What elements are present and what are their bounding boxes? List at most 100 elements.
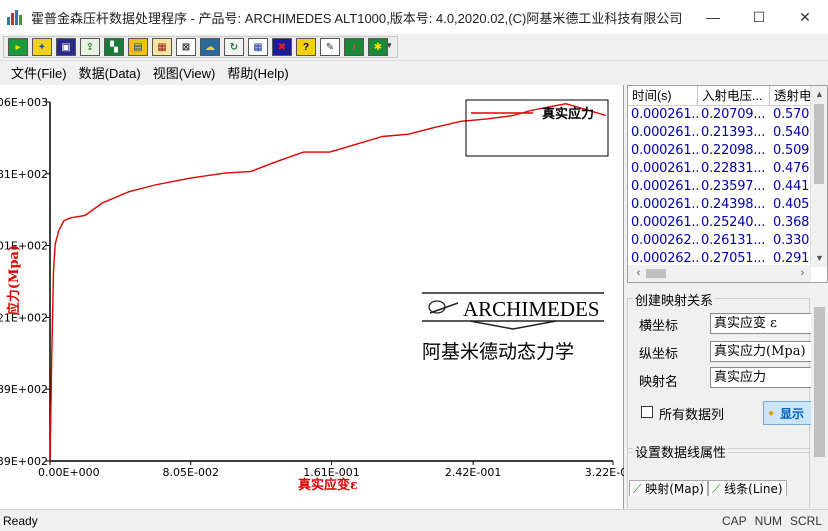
panel-scroll-thumb[interactable] (814, 307, 825, 457)
status-bar: Ready CAP NUM SCRL (0, 509, 828, 531)
plot-area[interactable]: 1.06E+0037.81E+0026.01E+0024.21E+0021.89… (0, 85, 641, 509)
all-data-checkbox[interactable] (641, 406, 653, 418)
y-tick-label: 1.06E+003 (0, 96, 48, 109)
y-axis-select[interactable]: 真实应力(Mpa) (710, 341, 811, 362)
table-cell: 0.24398... (701, 197, 766, 212)
table-icon[interactable]: ▦ (152, 38, 172, 56)
fit-icon[interactable]: ⊠ (176, 38, 196, 56)
maximize-button[interactable]: ☐ (736, 0, 782, 34)
grid-icon[interactable]: ▦ (248, 38, 268, 56)
all-data-label: 所有数据列 (659, 408, 725, 423)
tab-line[interactable]: ⟋ 线条(Line) (707, 480, 787, 496)
cloud-icon[interactable]: ☁ (200, 38, 220, 56)
app-icon (7, 9, 25, 25)
legend-label: 真实应力 (542, 106, 594, 122)
table-cell: 0.22098... (701, 143, 766, 158)
menu-bar: 文件(File) 数据(Data) 视图(View) 帮助(Help) (0, 61, 828, 83)
toolbar-overflow-icon[interactable]: ▾ (387, 40, 392, 51)
window-title: 霍普金森压杆数据处理程序 - 产品号: ARCHIMEDES ALT1000,版… (31, 10, 683, 26)
curve-icon[interactable]: ≀ (344, 38, 364, 56)
help-icon[interactable]: ? (296, 38, 316, 56)
scroll-left-icon[interactable]: ‹ (630, 265, 647, 282)
panel-vertical-scrollbar[interactable] (811, 285, 828, 509)
data-grid[interactable]: 时间(s) 入射电压... 透射电 0.000261... 0.20709... 0… (627, 85, 828, 283)
grid-horizontal-scrollbar[interactable]: ‹ › (628, 265, 811, 282)
table-cell: 0.000261... (631, 143, 698, 158)
tab-map[interactable]: ⟋ 映射(Map) (629, 480, 708, 496)
table-row[interactable]: 0.000261... 0.21393... 0.540 (628, 124, 827, 142)
table-cell: 0.000261... (631, 197, 698, 212)
table-row[interactable]: 0.000261... 0.24398... 0.405 (628, 196, 827, 214)
show-icon: ● (768, 407, 775, 419)
open-icon[interactable]: ▸ (8, 38, 28, 56)
table-cell: 0.000261... (631, 161, 698, 176)
report-icon[interactable]: ✎ (320, 38, 340, 56)
grid-header: 时间(s) 入射电压... 透射电 (628, 86, 827, 106)
title-bar: 霍普金森压杆数据处理程序 - 产品号: ARCHIMEDES ALT1000,版… (0, 0, 828, 34)
table-cell: 0.23597... (701, 179, 766, 194)
stress-strain-chart: 1.06E+0037.81E+0026.01E+0024.21E+0021.89… (0, 96, 641, 493)
minimize-button[interactable]: — (690, 0, 736, 34)
close-button[interactable]: ✕ (782, 0, 828, 34)
scroll-thumb-horizontal[interactable] (646, 269, 666, 278)
scroll-down-icon[interactable]: ▼ (811, 250, 827, 267)
menu-help[interactable]: 帮助(Help) (227, 63, 288, 82)
y-axis-label: 应力(Mpa) (6, 245, 22, 315)
y-axis-field-label: 纵坐标 (639, 347, 679, 362)
scroll-up-icon[interactable]: ▲ (811, 86, 827, 103)
table-cell: 0.25240... (701, 215, 766, 230)
right-panel: 时间(s) 入射电压... 透射电 0.000261... 0.20709... 0… (625, 85, 828, 509)
toolbar: ▸ ✦ ▣ ⇪ ▚ ▤ ▦ ⊠ ☁ ↻ ▦ ✖ ? ✎ ≀ ✱ ▾ (0, 34, 828, 61)
status-text: Ready (3, 514, 38, 528)
x-axis-label: 真实应变ε (298, 477, 358, 493)
new-icon[interactable]: ✦ (32, 38, 52, 56)
settings-icon[interactable]: ✱ (368, 38, 388, 56)
x-axis-field-label: 横坐标 (639, 319, 679, 334)
table-cell: 0.21393... (701, 125, 766, 140)
refresh-icon[interactable]: ↻ (224, 38, 244, 56)
menu-data[interactable]: 数据(Data) (79, 63, 141, 82)
line-props-group-title: 设置数据线属性 (633, 442, 729, 461)
table-cell: 0.22831... (701, 161, 766, 176)
logo-brand: ARCHIMEDES (463, 297, 600, 321)
x-tick-group: 0.00E+000 8.05E-002 1.61E-001 2.42E-001 3.22… (38, 461, 641, 479)
show-button-label: 显示 (780, 406, 805, 421)
table-row[interactable]: 0.000261... 0.20709... 0.570 (628, 106, 827, 124)
export-icon[interactable]: ⇪ (80, 38, 100, 56)
grid-header-incident-voltage[interactable]: 入射电压... (698, 86, 770, 106)
scroll-right-icon[interactable]: › (794, 265, 811, 282)
chart-icon[interactable]: ▚ (104, 38, 124, 56)
table-row[interactable]: 0.000262... 0.26131... 0.330 (628, 232, 827, 250)
grid-header-time[interactable]: 时间(s) (628, 86, 698, 106)
table-row[interactable]: 0.000261... 0.22098... 0.509 (628, 142, 827, 160)
table-row[interactable]: 0.000261... 0.25240... 0.368 (628, 214, 827, 232)
line-props-tabs: ⟋ 映射(Map) ⟋ 线条(Line) (629, 480, 787, 496)
map-name-input[interactable]: 真实应力 (710, 367, 811, 388)
delete-icon[interactable]: ✖ (272, 38, 292, 56)
menu-view[interactable]: 视图(View) (153, 63, 216, 82)
num-indicator: NUM (754, 514, 782, 528)
menu-file[interactable]: 文件(File) (11, 63, 67, 82)
grid-vertical-scrollbar[interactable]: ▲ ▼ (810, 86, 827, 267)
table-cell: 0.20709... (701, 107, 766, 122)
line-props-group: 设置数据线属性 (627, 442, 810, 508)
table-cell: 0.000261... (631, 215, 698, 230)
series-line (49, 102, 607, 462)
map-icon: ⟋ (633, 482, 642, 496)
show-button[interactable]: ● 显示 (763, 401, 813, 425)
caps-indicator: CAP (721, 514, 747, 528)
table-cell: 0.000262... (631, 233, 698, 248)
scroll-indicator: SCRL (789, 514, 822, 528)
x-tick-label: 8.05E-002 (163, 466, 219, 479)
scroll-thumb[interactable] (814, 104, 824, 184)
mapping-group: 创建映射关系 横坐标 真实应变 ε 纵坐标 真实应力(Mpa) 映射名 真实应力… (627, 290, 813, 453)
x-tick-label: 0.00E+000 (38, 466, 100, 479)
table-row[interactable]: 0.000261... 0.23597... 0.441 (628, 178, 827, 196)
table-cell: 0.000261... (631, 107, 698, 122)
save-icon[interactable]: ▣ (56, 38, 76, 56)
filter-icon[interactable]: ▤ (128, 38, 148, 56)
grid-body: 0.000261... 0.20709... 0.570 0.000261... 0.2… (628, 106, 827, 268)
table-row[interactable]: 0.000261... 0.22831... 0.476 (628, 160, 827, 178)
x-axis-select[interactable]: 真实应变 ε (710, 313, 811, 334)
table-cell: 0.000261... (631, 179, 698, 194)
